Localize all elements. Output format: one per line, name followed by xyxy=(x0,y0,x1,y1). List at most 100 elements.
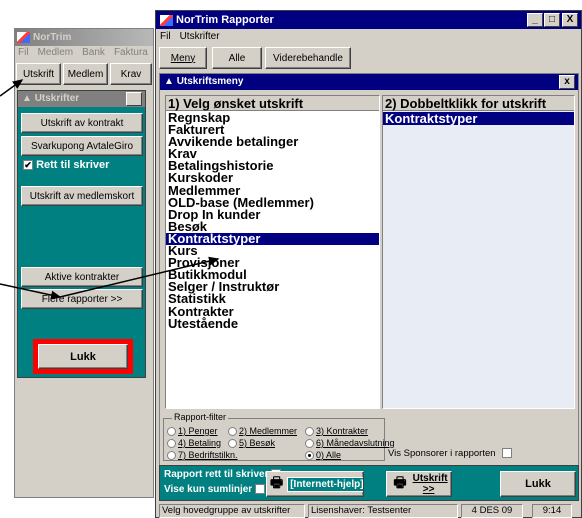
status-message: Velg hovedgruppe av utskrifter xyxy=(159,504,305,518)
svarkupong-button[interactable]: Svarkupong AvtaleGiro xyxy=(21,136,143,156)
utskrifter-title-icon: ▲ xyxy=(22,93,32,104)
main-window: NorTrim Rapporter _ □ X Fil Utskrifter Me… xyxy=(155,10,582,518)
filter-besok-radio xyxy=(228,439,237,449)
filter-manedavslutning-label: 6) Månedavslutning xyxy=(316,438,395,448)
bottom-bar: Rapport rett til skriver Vise kun sumlin… xyxy=(159,465,579,501)
filter-bedriftstilkn-radio xyxy=(167,451,176,461)
report-list[interactable]: 2) Dobbeltklikk for utskrift Kontraktsty… xyxy=(382,95,575,409)
app-logo-icon xyxy=(17,31,30,43)
filter-bedriftstilkn-label: 7) Bedriftstilkn. xyxy=(178,450,238,460)
filter-penger-label: 1) Penger xyxy=(178,426,218,436)
filter-kontrakter-radio xyxy=(305,427,314,437)
report-list-header: 2) Dobbeltklikk for utskrift xyxy=(383,96,574,111)
filter-manedavslutning-radio xyxy=(305,439,314,449)
filter-medlemmer-label: 2) Medlemmer xyxy=(239,426,298,436)
bg-menu-fil[interactable]: Fil xyxy=(18,47,29,58)
rett-til-skriver-label: Rett til skriver xyxy=(36,159,110,171)
bg-menu-bank[interactable]: Bank xyxy=(82,47,105,58)
filter-betaling[interactable]: 4) Betaling xyxy=(167,438,222,449)
rapport-filter-group: Rapport-filter 1) Penger 2) Medlemmer 3)… xyxy=(163,412,395,461)
report-group-item[interactable]: Utestående xyxy=(166,317,379,330)
meny-button[interactable]: Meny xyxy=(159,47,207,69)
vise-kun-label: Vise kun sumlinjer xyxy=(164,484,253,495)
filter-bedriftstilkn[interactable]: 7) Bedriftstilkn. xyxy=(167,450,238,461)
filter-manedavslutning[interactable]: 6) Månedavslutning xyxy=(305,438,395,449)
utskrift-label: Utskrift >> xyxy=(412,473,448,495)
bg-tab-krav[interactable]: Krav xyxy=(110,63,152,85)
minimize-button[interactable]: _ xyxy=(527,13,543,27)
filter-besok-label: 5) Besøk xyxy=(239,438,276,448)
rapport-filter-label: Rapport-filter xyxy=(172,412,229,422)
filter-betaling-label: 4) Betaling xyxy=(178,438,222,448)
filter-penger[interactable]: 1) Penger xyxy=(167,426,218,437)
maximize-button[interactable]: □ xyxy=(544,13,560,27)
filter-medlemmer[interactable]: 2) Medlemmer xyxy=(228,426,298,437)
bg-window-title: NorTrim xyxy=(33,32,72,43)
bg-tab-utskrift[interactable]: Utskrift xyxy=(16,63,61,85)
filter-alle-radio xyxy=(305,451,314,461)
utskrift-kontrakt-button[interactable]: Utskrift av kontrakt xyxy=(21,113,143,133)
utskrift-printer-icon: 🖶 xyxy=(393,474,407,490)
flere-rapporter-button[interactable]: Flere rapporter >> xyxy=(21,289,143,309)
internett-hjelp-label: [Internett-hjelp] xyxy=(287,476,363,492)
utskriftsmeny-title: Utskriftsmeny xyxy=(176,76,244,87)
utskrifter-title: Utskrifter xyxy=(34,93,80,104)
bg-window-titlebar: NorTrim xyxy=(15,29,153,46)
main-logo-icon xyxy=(160,14,173,26)
filter-penger-radio xyxy=(167,427,176,437)
filter-medlemmer-radio xyxy=(228,427,237,437)
utskriftsmeny-title-icon: ▲ xyxy=(164,76,174,87)
vise-kun-checkbox[interactable]: Vise kun sumlinjer xyxy=(164,484,265,495)
report-group-header: 1) Velg ønsket utskrift xyxy=(166,96,379,111)
utskrifter-panel: ▲ Utskrifter x Utskrift av kontrakt Svar… xyxy=(17,90,146,378)
bg-tab-medlem[interactable]: Medlem xyxy=(63,63,108,85)
lukk-button[interactable]: Lukk xyxy=(500,471,576,497)
report-group-item[interactable]: Kontraktstyper xyxy=(166,232,379,246)
vis-sponsorer-checkbox[interactable]: Vis Sponsorer i rapporten xyxy=(388,448,513,459)
viderebehandle-button[interactable]: Viderebehandle xyxy=(265,47,351,69)
filter-kontrakter-label: 3) Kontrakter xyxy=(316,426,369,436)
utskrift-button[interactable]: 🖶 Utskrift >> xyxy=(386,471,452,497)
rett-til-skriver-check-icon: ✔ xyxy=(23,160,33,171)
report-group-item[interactable]: Avvikende betalinger xyxy=(166,135,379,148)
utskrifter-titlebar: ▲ Utskrifter x xyxy=(18,91,145,107)
filter-kontrakter[interactable]: 3) Kontrakter xyxy=(305,426,369,437)
bg-menubar: Fil Medlem Bank Faktura xyxy=(15,46,153,60)
alle-button[interactable]: Alle xyxy=(212,47,262,69)
main-titlebar: NorTrim Rapporter _ □ X xyxy=(156,11,581,29)
report-item-kontraktstyper[interactable]: Kontraktstyper xyxy=(383,112,574,125)
utskrifter-close-button[interactable]: x xyxy=(126,92,142,106)
filter-betaling-radio xyxy=(167,439,176,449)
utskrift-medlemskort-button[interactable]: Utskrift av medlemskort xyxy=(21,186,143,206)
printer-icon: 🖶 xyxy=(270,474,284,490)
report-group-list[interactable]: 1) Velg ønsket utskrift Regnskap Fakturer… xyxy=(165,95,380,409)
filter-alle[interactable]: 0) Alle xyxy=(305,450,342,461)
vis-sponsorer-box xyxy=(502,448,513,459)
status-time: 9:14 xyxy=(532,504,572,518)
rett-til-skriver-checkbox[interactable]: ✔ Rett til skriver xyxy=(23,159,109,171)
filter-besok[interactable]: 5) Besøk xyxy=(228,438,276,449)
lukk-button-highlight: Lukk xyxy=(33,339,133,374)
bg-menu-medlem[interactable]: Medlem xyxy=(38,47,74,58)
report-group-items: Regnskap Fakturert Avvikende betalinger Kra… xyxy=(166,111,379,330)
status-date: 4 DES 09 xyxy=(461,504,523,518)
filter-alle-label: 0) Alle xyxy=(316,450,342,460)
rapport-rett-label: Rapport rett til skriver xyxy=(164,469,269,480)
utskriftsmeny-window: ▲ Utskriftsmeny x 1) Velg ønsket utskrif… xyxy=(159,73,579,493)
utskriftsmeny-titlebar: ▲ Utskriftsmeny x xyxy=(160,74,578,90)
vise-kun-box xyxy=(254,484,265,495)
bg-menu-faktura[interactable]: Faktura xyxy=(114,47,148,58)
panel-lukk-button[interactable]: Lukk xyxy=(38,344,128,369)
menu-utskrifter[interactable]: Utskrifter xyxy=(180,31,220,42)
status-license: Lisenshaver: Testsenter xyxy=(308,504,458,518)
statusbar: Velg hovedgruppe av utskrifter Lisenshav… xyxy=(156,504,581,518)
utskriftsmeny-close-button[interactable]: x xyxy=(559,75,575,89)
vis-sponsorer-label: Vis Sponsorer i rapporten xyxy=(388,448,496,459)
menu-fil[interactable]: Fil xyxy=(160,31,171,42)
rapport-rett-checkbox[interactable]: Rapport rett til skriver xyxy=(164,469,282,480)
internett-hjelp-button[interactable]: 🖶 [Internett-hjelp] xyxy=(266,471,364,497)
aktive-kontrakter-button[interactable]: Aktive kontrakter xyxy=(21,267,143,287)
main-menubar: Fil Utskrifter xyxy=(156,29,581,44)
close-button[interactable]: X xyxy=(562,13,578,27)
main-title: NorTrim Rapporter xyxy=(176,14,274,26)
